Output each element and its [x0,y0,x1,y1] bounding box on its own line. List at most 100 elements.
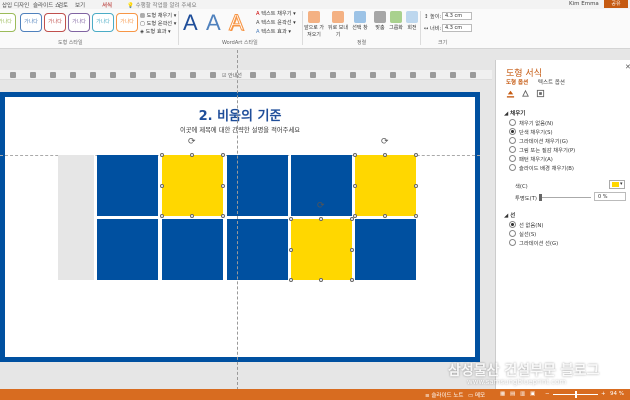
rotate-button[interactable]: 회전 [402,11,422,31]
shape-style-thumb[interactable]: 가나다 [68,13,90,32]
rotate-handle-icon[interactable]: ⟳ [317,201,325,211]
tab-slideshow[interactable]: 슬라이드 쇼 [33,1,60,9]
size-properties-icon[interactable] [536,89,545,98]
wordart-style-orange[interactable]: A [229,10,245,35]
text-effects-button[interactable]: A 텍스트 효과 ▾ [256,28,291,35]
wordart-style-blue[interactable]: A [183,11,198,35]
resize-handle[interactable] [319,278,323,282]
tell-me-input[interactable]: 💡 수행할 작업을 알려 주세요 [127,1,197,9]
comments-button[interactable]: ▭ 메모 [468,391,485,399]
wordart-style-light-blue[interactable]: A [206,11,221,35]
zoom-in-icon[interactable]: + [601,391,606,397]
toolbar-icon[interactable] [330,72,336,78]
resize-handle[interactable] [160,214,164,218]
shape-style-thumb[interactable]: 가나다 [44,13,66,32]
toolbar-icon[interactable] [450,72,456,78]
resize-handle[interactable] [289,278,293,282]
shape-style-thumb[interactable]: 가나다 [20,13,42,32]
blue-tile[interactable] [355,219,416,280]
tab-view[interactable]: 보기 [75,1,85,9]
fill-option-none[interactable]: 채우기 없음(N) [509,119,553,127]
shape-style-thumb[interactable]: 가나다 [0,13,16,32]
slide-sorter-icon[interactable]: ▤ [510,391,515,397]
resize-handle[interactable] [383,214,387,218]
resize-handle[interactable] [350,248,354,252]
toolbar-icon[interactable] [270,72,276,78]
color-picker-button[interactable]: ▾ [609,180,625,189]
toolbar-icon[interactable] [130,72,136,78]
fill-option-gradient[interactable]: 그라데이션 채우기(G) [509,137,568,145]
tab-review[interactable]: 검토 [58,1,68,9]
resize-handle[interactable] [190,153,194,157]
notes-button[interactable]: ≡ 슬라이드 노트 [425,391,463,399]
normal-view-icon[interactable]: ▦ [500,391,505,397]
tab-shape-options[interactable]: 도형 옵션 [506,80,528,86]
guides-checkbox[interactable]: ☑ 안내선 [222,72,242,79]
toolbar-icon[interactable] [410,72,416,78]
user-name[interactable]: Kim Emma [569,1,599,7]
transparency-slider-thumb[interactable] [539,194,542,201]
fill-option-solid[interactable]: 단색 채우기(S) [509,128,553,136]
toolbar-icon[interactable] [310,72,316,78]
yellow-tile-selected[interactable] [162,155,223,216]
toolbar-icon[interactable] [430,72,436,78]
toolbar-icon[interactable] [470,72,476,78]
text-outline-button[interactable]: A 텍스트 윤곽선 ▾ [256,19,296,26]
resize-handle[interactable] [414,153,418,157]
effects-icon[interactable] [521,89,530,98]
resize-handle[interactable] [383,153,387,157]
line-option-solid[interactable]: 실선(S) [509,230,536,238]
send-backward-button[interactable]: 뒤로 보내기 [328,11,348,38]
resize-handle[interactable] [319,217,323,221]
zoom-level[interactable]: 94 % [610,391,624,397]
resize-handle[interactable] [353,184,357,188]
bring-forward-button[interactable]: 앞으로 가져오기 [304,11,324,38]
shape-effects-button[interactable]: ◈ 도형 효과 ▾ [140,28,171,35]
resize-handle[interactable] [289,217,293,221]
toolbar-icon[interactable] [90,72,96,78]
blue-tile[interactable] [97,155,158,216]
resize-handle[interactable] [414,214,418,218]
toolbar-icon[interactable] [390,72,396,78]
toolbar-icon[interactable] [150,72,156,78]
toolbar-icon[interactable] [170,72,176,78]
toolbar-icon[interactable] [30,72,36,78]
toolbar-icon[interactable] [250,72,256,78]
slide-subtitle[interactable]: 이곳에 제목에 대한 간략한 설명을 적어주세요 [0,125,480,134]
transparency-slider[interactable] [541,197,591,198]
blue-tile[interactable] [162,219,223,280]
resize-handle[interactable] [353,153,357,157]
fill-line-icon[interactable] [506,89,515,98]
toolbar-icon[interactable] [110,72,116,78]
fill-option-slide-background[interactable]: 슬라이드 배경 채우기(B) [509,164,574,172]
resize-handle[interactable] [350,278,354,282]
fill-option-picture[interactable]: 그림 또는 질감 채우기(P) [509,146,575,154]
text-fill-button[interactable]: A 텍스트 채우기 ▾ [256,10,296,17]
shape-style-thumb[interactable]: 가나다 [116,13,138,32]
tab-format[interactable]: 서식 [102,1,112,9]
resize-handle[interactable] [414,184,418,188]
toolbar-icon[interactable] [50,72,56,78]
rotate-handle-icon[interactable]: ⟳ [381,137,389,147]
shape-outline-button[interactable]: ▢ 도형 윤곽선 ▾ [140,20,176,27]
height-input[interactable]: 4.3 cm [442,12,472,20]
tab-design[interactable]: 디자인 [14,1,29,9]
toolbar-icon[interactable] [290,72,296,78]
reading-view-icon[interactable]: ▥ [520,391,525,397]
share-button[interactable]: 공유 [604,0,628,8]
toolbar-icon[interactable] [350,72,356,78]
line-option-none[interactable]: 선 없음(N) [509,221,543,229]
resize-handle[interactable] [221,184,225,188]
width-input[interactable]: 4.3 cm [442,24,472,32]
gray-placeholder-bar[interactable] [58,155,94,280]
toolbar-icon[interactable] [210,72,216,78]
resize-handle[interactable] [190,214,194,218]
resize-handle[interactable] [221,153,225,157]
yellow-tile-selected[interactable] [291,219,352,280]
close-pane-icon[interactable]: ✕ [625,63,630,71]
toolbar-icon[interactable] [10,72,16,78]
fill-option-pattern[interactable]: 패턴 채우기(A) [509,155,553,163]
yellow-tile-selected[interactable] [355,155,416,216]
resize-handle[interactable] [160,153,164,157]
zoom-slider-thumb[interactable] [575,391,577,398]
